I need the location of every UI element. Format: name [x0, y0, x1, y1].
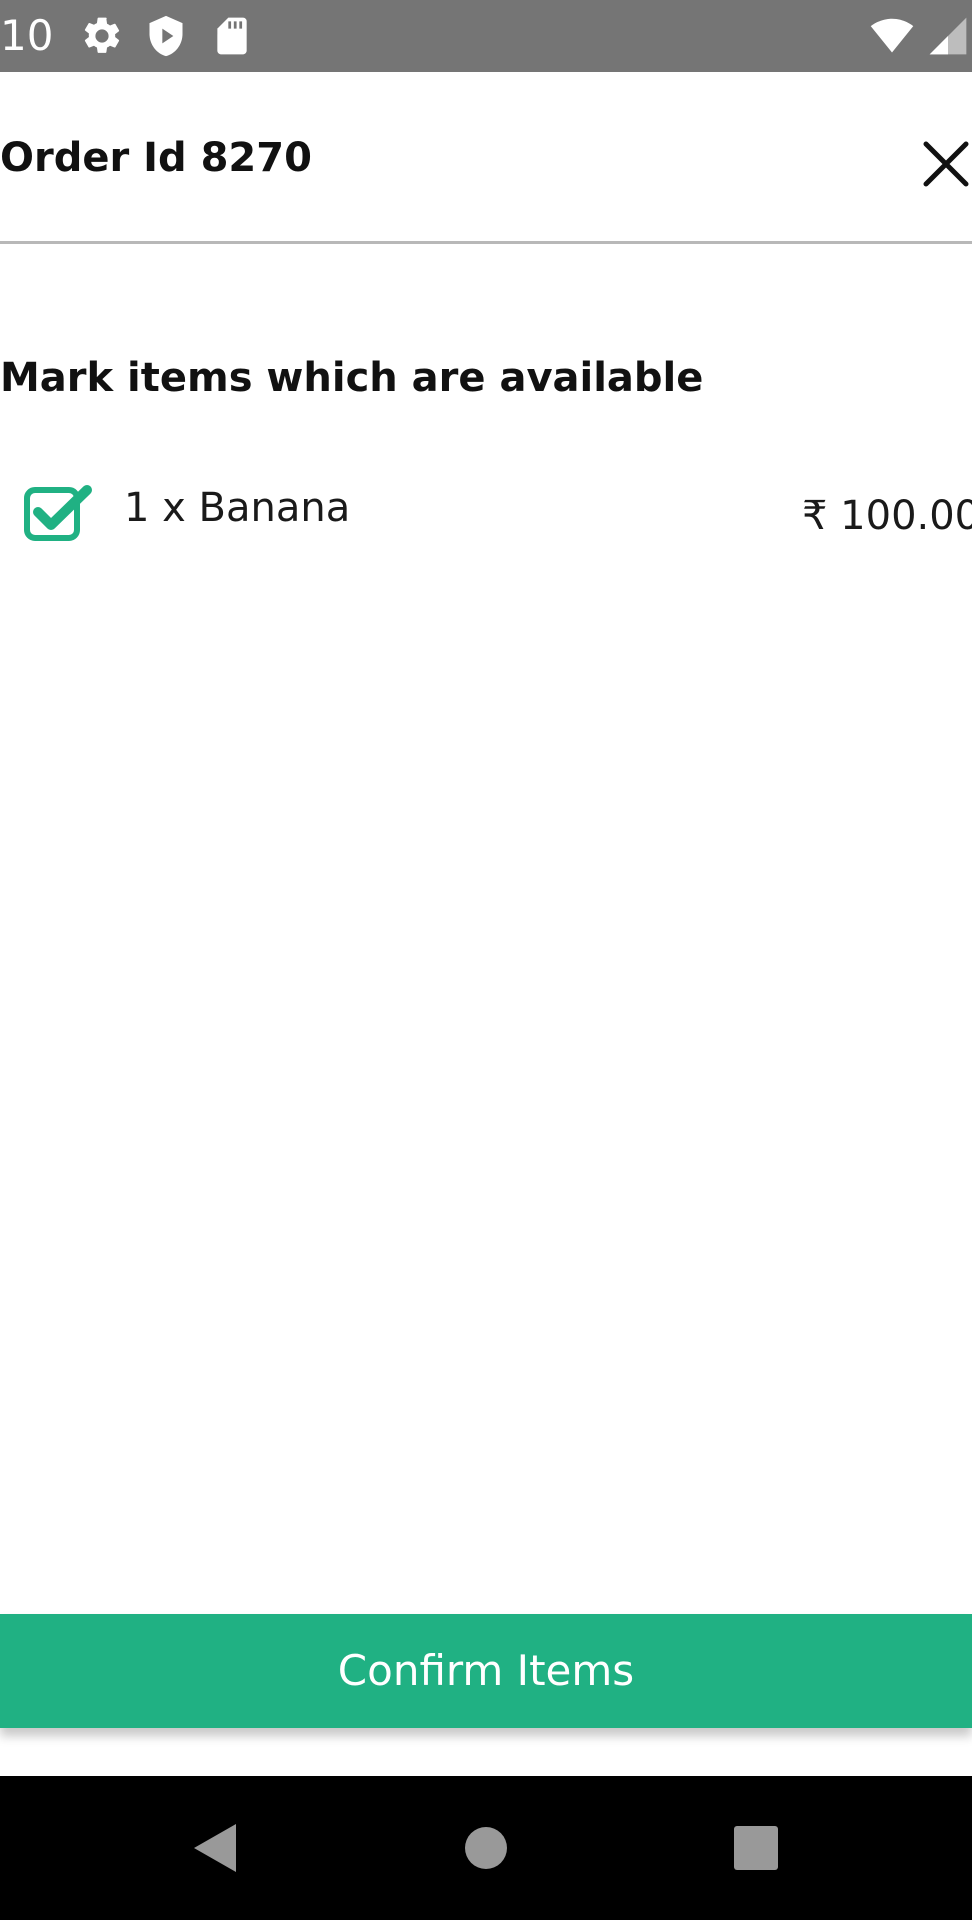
confirm-items-button[interactable]: Confirm Items	[0, 1614, 972, 1728]
status-bar: 10	[0, 0, 972, 72]
order-screen: 10 Order Id 8270 Mark items which are av…	[0, 0, 972, 1920]
shield-icon	[144, 14, 188, 58]
checkbox-checked-icon	[24, 485, 92, 541]
navigation-bar	[0, 1776, 972, 1920]
close-icon	[923, 141, 969, 187]
status-time: 10	[0, 11, 54, 60]
home-button[interactable]	[454, 1816, 518, 1880]
section-heading: Mark items which are available	[0, 355, 704, 401]
cell-signal-icon	[924, 14, 972, 58]
back-icon	[194, 1824, 236, 1872]
back-button[interactable]	[182, 1816, 246, 1880]
sd-card-icon	[210, 14, 254, 58]
item-name: 1 x Banana	[124, 485, 351, 531]
settings-icon	[80, 14, 124, 58]
close-button[interactable]	[920, 138, 972, 190]
recents-icon	[734, 1826, 778, 1870]
item-price: ₹ 100.00	[802, 493, 972, 539]
order-header: Order Id 8270	[0, 72, 972, 244]
page-title: Order Id 8270	[0, 135, 312, 181]
item-checkbox[interactable]	[24, 482, 92, 542]
home-icon	[465, 1827, 507, 1869]
wifi-icon	[868, 14, 916, 58]
confirm-button-label: Confirm Items	[337, 1646, 635, 1695]
list-item[interactable]: 1 x Banana ₹ 100.00	[0, 470, 972, 550]
recents-button[interactable]	[724, 1816, 788, 1880]
